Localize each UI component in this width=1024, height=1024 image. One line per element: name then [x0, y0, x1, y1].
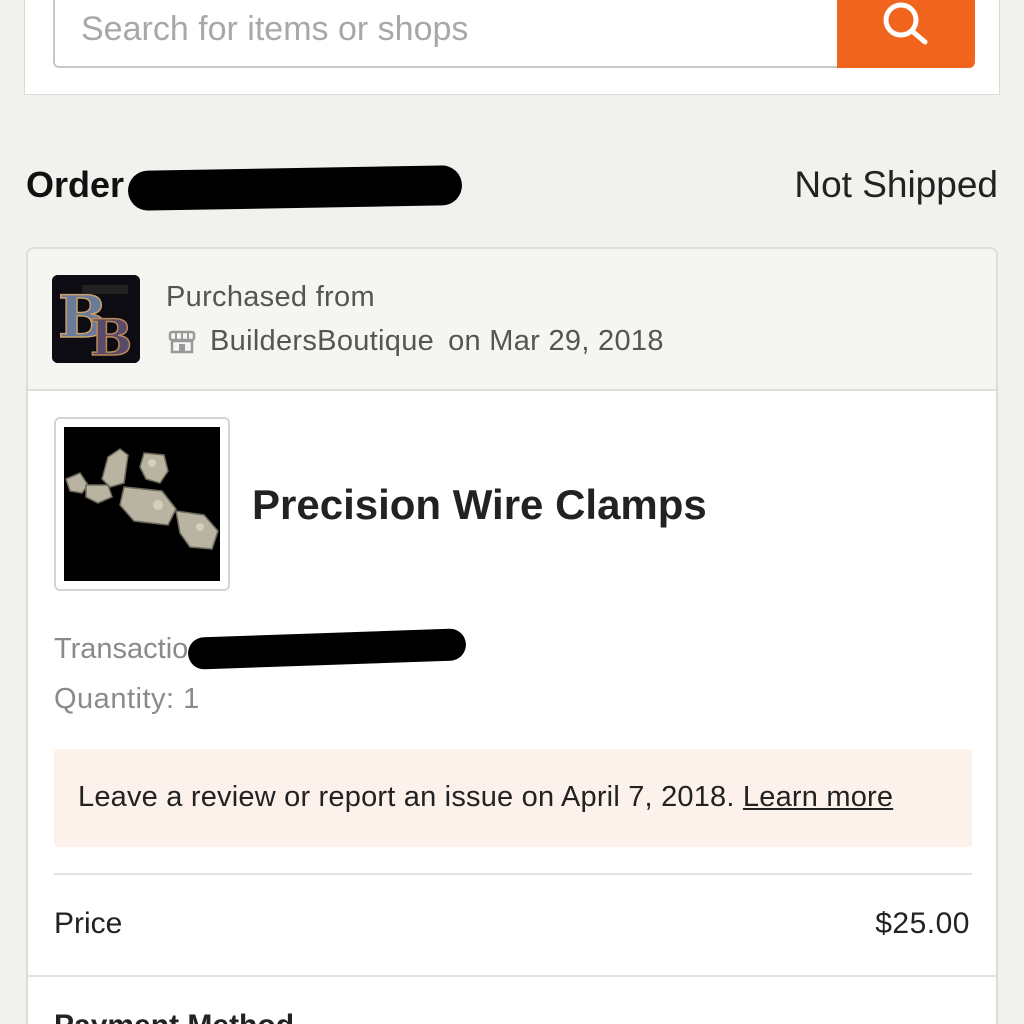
- review-notice-text: Leave a review or report an issue on Apr…: [78, 781, 735, 813]
- transaction-id: Transactio: [54, 633, 189, 665]
- shop-line: BuildersBoutique on Mar 29, 2018: [168, 325, 664, 358]
- divider: [54, 873, 972, 875]
- purchase-date: on Mar 29, 2018: [448, 325, 664, 357]
- shop-name-link[interactable]: BuildersBoutique: [210, 325, 434, 358]
- redacted-transaction-id: [187, 628, 467, 670]
- learn-more-link[interactable]: Learn more: [743, 781, 893, 813]
- product-title[interactable]: Precision Wire Clamps: [252, 481, 707, 529]
- price-label: Price: [54, 907, 123, 940]
- shop-header[interactable]: B B Purchased from BuildersBoutique on M…: [28, 249, 996, 391]
- search-bar: [24, 0, 1000, 95]
- redacted-order-number: [127, 165, 463, 211]
- order-title: Order: [26, 164, 125, 205]
- order-status: Not Shipped: [794, 164, 998, 205]
- order-card: B B Purchased from BuildersBoutique on M…: [26, 247, 998, 1024]
- price-value: $25.00: [875, 907, 970, 940]
- review-notice: Leave a review or report an issue on Apr…: [54, 749, 972, 847]
- payment-method-label: Payment Method: [54, 1009, 294, 1024]
- quantity: Quantity: 1: [54, 683, 200, 715]
- product-thumbnail[interactable]: [54, 417, 230, 591]
- search-icon: [883, 2, 928, 45]
- purchased-from-label: Purchased from: [166, 281, 375, 313]
- svg-text:B: B: [90, 308, 132, 363]
- divider: [28, 975, 996, 977]
- shop-logo[interactable]: B B: [52, 275, 140, 363]
- search-button[interactable]: [837, 0, 975, 68]
- search-input[interactable]: [53, 0, 837, 68]
- shop-icon: [168, 330, 196, 353]
